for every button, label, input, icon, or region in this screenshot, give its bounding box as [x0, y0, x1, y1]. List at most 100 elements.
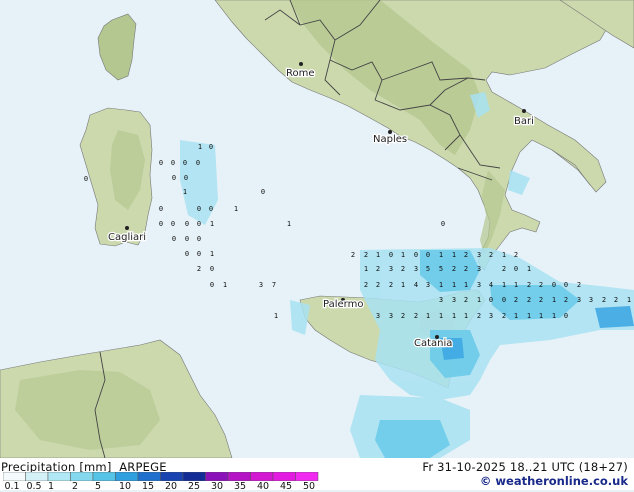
precip-value: 0 [389, 251, 393, 259]
precip-value: 3 [489, 312, 493, 320]
scale-swatch [115, 472, 139, 481]
precip-value: 0 [185, 235, 189, 243]
scale-swatch [25, 472, 49, 481]
scale-tick-label: 2 [71, 481, 79, 492]
city-dot-rome [299, 62, 303, 66]
scale-swatch [250, 472, 274, 481]
precip-value: 1 [274, 312, 278, 320]
precip-value: 3 [477, 251, 481, 259]
precip-value: 0 [564, 312, 568, 320]
precip-value: 0 [84, 175, 88, 183]
precip-value: 1 [452, 312, 456, 320]
precip-value: 0 [159, 159, 163, 167]
precip-value: 2 [464, 296, 468, 304]
precip-value: 1 [464, 281, 468, 289]
precip-value: 1 [364, 265, 368, 273]
precip-value: 1 [376, 251, 380, 259]
precip-value: 1 [464, 312, 468, 320]
precip-value: 0 [197, 220, 201, 228]
precip-value: 1 [223, 281, 227, 289]
precip-value: 2 [452, 265, 456, 273]
scale-tick-label: 25 [187, 481, 201, 492]
precip-value: 0 [502, 296, 506, 304]
city-label-rome: Rome [286, 68, 315, 79]
scale-tick-label: 35 [233, 481, 247, 492]
scale-tick-label: 0.5 [26, 481, 42, 492]
precip-value: 5 [439, 265, 443, 273]
precip-value: 2 [489, 251, 493, 259]
precip-value: 0 [209, 143, 213, 151]
scale-swatch [70, 472, 94, 481]
precip-value: 7 [272, 281, 276, 289]
precip-value: 2 [401, 312, 405, 320]
city-dot-cagliari [125, 226, 129, 230]
precip-value: 2 [389, 281, 393, 289]
city-label-naples: Naples [373, 134, 407, 145]
scale-tick-label: 30 [210, 481, 224, 492]
precip-value: 2 [514, 251, 518, 259]
scale-tick-label: 1 [47, 481, 55, 492]
precip-value: 2 [577, 281, 581, 289]
precip-value: 3 [477, 265, 481, 273]
precip-value: 0 [441, 220, 445, 228]
precip-value: 0 [159, 220, 163, 228]
city-label-bari: Bari [514, 116, 534, 127]
precip-value: 1 [452, 281, 456, 289]
precip-value: 2 [364, 281, 368, 289]
city-label-cagliari: Cagliari [108, 232, 146, 243]
precip-value: 2 [414, 312, 418, 320]
precip-value: 0 [552, 281, 556, 289]
precip-value: 3 [389, 312, 393, 320]
precip-value: 2 [477, 312, 481, 320]
scale-swatch [47, 472, 71, 481]
scale-tick-label: 5 [94, 481, 102, 492]
precipitation-map: Rome Naples Bari Cagliari Palermo Catani… [0, 0, 634, 458]
precip-value: 0 [172, 174, 176, 182]
precip-value: 1 [552, 312, 556, 320]
scale-tick-label: 15 [141, 481, 155, 492]
city-label-catania: Catania [414, 338, 452, 349]
precip-value: 0 [261, 188, 265, 196]
precip-value: 3 [439, 296, 443, 304]
precip-value: 3 [426, 281, 430, 289]
city-dot-bari [522, 109, 526, 113]
precip-value: 1 [514, 312, 518, 320]
precip-value: 1 [527, 265, 531, 273]
precip-value: 0 [184, 174, 188, 182]
scale-tick-label: 45 [279, 481, 293, 492]
color-scale [3, 472, 319, 481]
valid-time: Fr 31-10-2025 18..21 UTC (18+27) [422, 460, 628, 474]
precip-value: 1 [527, 312, 531, 320]
precip-value: 2 [527, 296, 531, 304]
scale-tick-label: 50 [302, 481, 316, 492]
precip-value: 5 [426, 265, 430, 273]
precip-value: 0 [185, 220, 189, 228]
credit-link[interactable]: © weatheronline.co.uk [480, 474, 628, 488]
scale-swatch [137, 472, 161, 481]
precip-value: 2 [602, 296, 606, 304]
scale-swatch [205, 472, 229, 481]
precip-value: 0 [210, 265, 214, 273]
precip-value: 0 [183, 159, 187, 167]
precip-value: 0 [489, 296, 493, 304]
precip-value: 1 [552, 296, 556, 304]
scale-tick-label: 10 [118, 481, 132, 492]
precip-value: 0 [414, 251, 418, 259]
precip-value: 2 [564, 296, 568, 304]
precip-value: 0 [564, 281, 568, 289]
precip-value: 2 [464, 265, 468, 273]
precip-value: 0 [197, 205, 201, 213]
scale-swatch [92, 472, 116, 481]
scale-swatch [272, 472, 296, 481]
precip-value: 0 [514, 265, 518, 273]
precip-value: 0 [209, 205, 213, 213]
precip-value: 1 [502, 281, 506, 289]
precip-value: 3 [389, 265, 393, 273]
precip-value: 1 [452, 251, 456, 259]
scale-tick-label: 0.1 [4, 481, 20, 492]
precip-value: 2 [376, 265, 380, 273]
precip-value: 1 [477, 296, 481, 304]
precip-value: 2 [514, 296, 518, 304]
scale-swatch [160, 472, 184, 481]
precip-value: 2 [376, 281, 380, 289]
